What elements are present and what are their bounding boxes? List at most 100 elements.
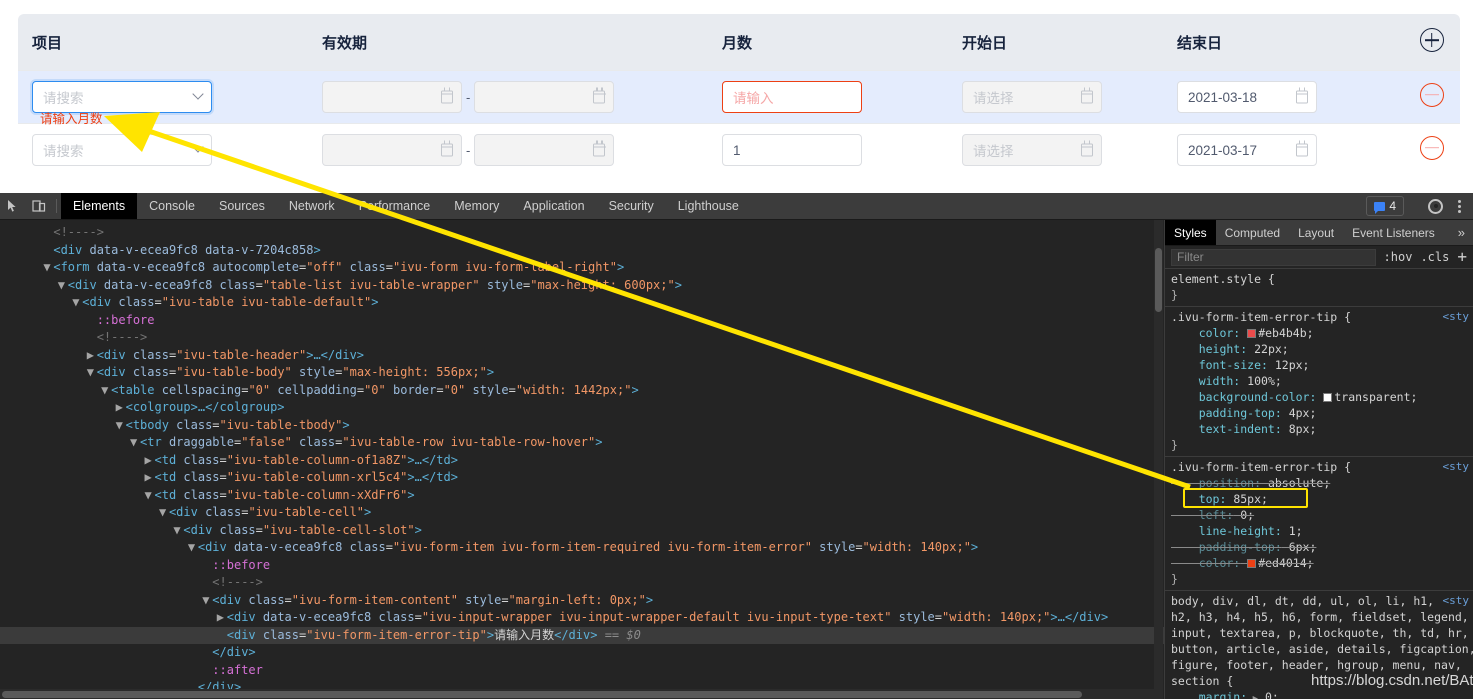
dom-tree[interactable]: <!----> <div data-v-ecea9fc8 data-v-7204…: [0, 220, 1164, 697]
minus-circle-icon[interactable]: [1419, 82, 1444, 107]
css-declaration[interactable]: position: absolute;: [1165, 475, 1473, 491]
css-selector[interactable]: element.style {: [1165, 271, 1473, 287]
tab-computed[interactable]: Computed: [1216, 220, 1289, 245]
dom-node[interactable]: ▼ <tr draggable="false" class="ivu-table-…: [0, 434, 1164, 452]
start-date-input[interactable]: 请选择: [962, 134, 1102, 166]
dom-expand-arrow[interactable]: ▶: [87, 347, 97, 365]
validity-from-date-input[interactable]: [322, 134, 462, 166]
css-rules-list[interactable]: element.style {} <sty .ivu-form-item-error…: [1165, 269, 1473, 699]
dom-node[interactable]: ::before: [0, 557, 1164, 575]
dom-node[interactable]: ▼ <div data-v-ecea9fc8 class="ivu-form-it…: [0, 539, 1164, 557]
dom-node[interactable]: <!---->: [0, 329, 1164, 347]
tab-lighthouse[interactable]: Lighthouse: [666, 193, 751, 219]
dom-node[interactable]: ::before: [0, 312, 1164, 330]
css-selector[interactable]: button, article, aside, details, figcapt…: [1165, 641, 1473, 657]
tab-sources[interactable]: Sources: [207, 193, 277, 219]
hov-toggle[interactable]: :hov: [1384, 250, 1413, 264]
dom-node[interactable]: ▶ <div class="ivu-table-header">…</div>: [0, 347, 1164, 365]
message-count-badge[interactable]: 4: [1366, 196, 1404, 216]
css-value[interactable]: absolute;: [1261, 476, 1330, 490]
dom-node[interactable]: ▼ <div class="ivu-table-body" style="max-…: [0, 364, 1164, 382]
dom-node[interactable]: </div>: [0, 644, 1164, 662]
dom-node[interactable]: ▼ <div class="ivu-table-cell-slot">: [0, 522, 1164, 540]
css-declaration[interactable]: top: 85px;: [1165, 491, 1473, 507]
css-value[interactable]: 12px;: [1268, 358, 1310, 372]
dom-expand-arrow[interactable]: [202, 644, 212, 662]
dom-expand-arrow[interactable]: ▼: [58, 277, 68, 295]
gear-icon[interactable]: [1428, 198, 1443, 214]
dom-expand-arrow[interactable]: ▼: [43, 259, 53, 277]
css-value[interactable]: 100%;: [1240, 374, 1282, 388]
dom-expand-arrow[interactable]: ▼: [159, 504, 169, 522]
css-property[interactable]: padding-top:: [1171, 540, 1282, 554]
css-value[interactable]: transparent;: [1334, 390, 1417, 404]
css-value[interactable]: 4px;: [1282, 406, 1317, 420]
project-select[interactable]: 请搜索: [32, 81, 212, 113]
dom-expand-arrow[interactable]: ▼: [87, 364, 97, 382]
css-rule[interactable]: <sty .ivu-form-item-error-tip { position:…: [1165, 457, 1473, 591]
tab-security[interactable]: Security: [597, 193, 666, 219]
dom-expand-arrow[interactable]: [202, 574, 212, 592]
tab-styles[interactable]: Styles: [1165, 220, 1216, 245]
css-property[interactable]: text-indent:: [1171, 422, 1282, 436]
dom-horizontal-scroll-thumb[interactable]: [2, 691, 1082, 698]
dom-expand-arrow[interactable]: ▼: [188, 539, 198, 557]
tab-console[interactable]: Console: [137, 193, 207, 219]
css-selector[interactable]: input, textarea, p, blockquote, th, td, …: [1165, 625, 1473, 641]
css-value[interactable]: 0;: [1233, 508, 1254, 522]
css-property[interactable]: color:: [1171, 556, 1241, 570]
dom-expand-arrow[interactable]: ▼: [101, 382, 111, 400]
css-property[interactable]: line-height:: [1171, 524, 1282, 538]
css-declaration[interactable]: height: 22px;: [1165, 341, 1473, 357]
tab-elements[interactable]: Elements: [61, 193, 138, 219]
dom-expand-arrow[interactable]: [43, 242, 53, 260]
css-property[interactable]: color:: [1171, 326, 1241, 340]
dom-expand-arrow[interactable]: ▼: [72, 294, 82, 312]
dom-tree-pane[interactable]: <!----> <div data-v-ecea9fc8 data-v-7204…: [0, 220, 1164, 699]
css-declaration[interactable]: padding-top: 6px;: [1165, 539, 1473, 555]
css-value[interactable]: #ed4014;: [1258, 556, 1313, 570]
dom-expand-arrow[interactable]: [87, 312, 97, 330]
css-rule-source[interactable]: <sty: [1443, 309, 1470, 325]
dom-node[interactable]: ▶ <div data-v-ecea9fc8 class="ivu-input-w…: [0, 609, 1164, 627]
dom-horizontal-scrollbar[interactable]: [0, 689, 1155, 699]
css-declaration[interactable]: left: 0;: [1165, 507, 1473, 523]
dom-node[interactable]: <div data-v-ecea9fc8 data-v-7204c858>: [0, 242, 1164, 260]
dom-vertical-scroll-thumb[interactable]: [1155, 248, 1162, 312]
tab-network[interactable]: Network: [277, 193, 347, 219]
css-property[interactable]: position:: [1171, 476, 1261, 490]
validity-from-date-input[interactable]: [322, 81, 462, 113]
dom-expand-arrow[interactable]: [43, 224, 53, 242]
css-declaration[interactable]: margin: ▶ 0;: [1165, 689, 1473, 699]
css-declaration[interactable]: width: 100%;: [1165, 373, 1473, 389]
dom-expand-arrow[interactable]: [202, 557, 212, 575]
css-property[interactable]: height:: [1171, 342, 1247, 356]
css-value[interactable]: 22px;: [1247, 342, 1289, 356]
dom-expand-arrow[interactable]: ▼: [145, 487, 155, 505]
project-select[interactable]: 请搜索: [32, 134, 212, 166]
dom-expand-arrow[interactable]: ▶: [116, 399, 126, 417]
more-vertical-icon[interactable]: [1452, 199, 1467, 213]
css-selector[interactable]: h2, h3, h4, h5, h6, form, fieldset, lege…: [1165, 609, 1473, 625]
css-declaration[interactable]: color: #eb4b4b;: [1165, 325, 1473, 341]
end-date-input[interactable]: 2021-03-17: [1177, 134, 1317, 166]
start-date-input[interactable]: 请选择: [962, 81, 1102, 113]
css-selector[interactable]: body, div, dl, dt, dd, ul, ol, li, h1,: [1165, 593, 1473, 609]
css-property[interactable]: background-color:: [1171, 390, 1317, 404]
dom-node[interactable]: ▶ <colgroup>…</colgroup>: [0, 399, 1164, 417]
css-selector[interactable]: .ivu-form-item-error-tip {: [1165, 309, 1473, 325]
color-swatch[interactable]: [1247, 329, 1257, 338]
css-rule-source[interactable]: <sty: [1443, 593, 1470, 609]
tab-event-listeners[interactable]: Event Listeners: [1343, 220, 1444, 245]
plus-circle-icon[interactable]: [1419, 28, 1444, 52]
dom-node-selected[interactable]: <div class="ivu-form-item-error-tip">请输入…: [0, 626, 1164, 644]
css-value[interactable]: 1;: [1282, 524, 1303, 538]
css-property[interactable]: left:: [1171, 508, 1234, 522]
css-expand-triangle[interactable]: ▶: [1247, 694, 1258, 699]
dom-node[interactable]: ::after: [0, 662, 1164, 680]
css-rule-source[interactable]: <sty: [1443, 459, 1470, 475]
tab-layout[interactable]: Layout: [1289, 220, 1343, 245]
css-declaration[interactable]: text-indent: 8px;: [1165, 421, 1473, 437]
css-property[interactable]: width:: [1171, 374, 1241, 388]
inspect-cursor-icon[interactable]: [0, 193, 26, 219]
